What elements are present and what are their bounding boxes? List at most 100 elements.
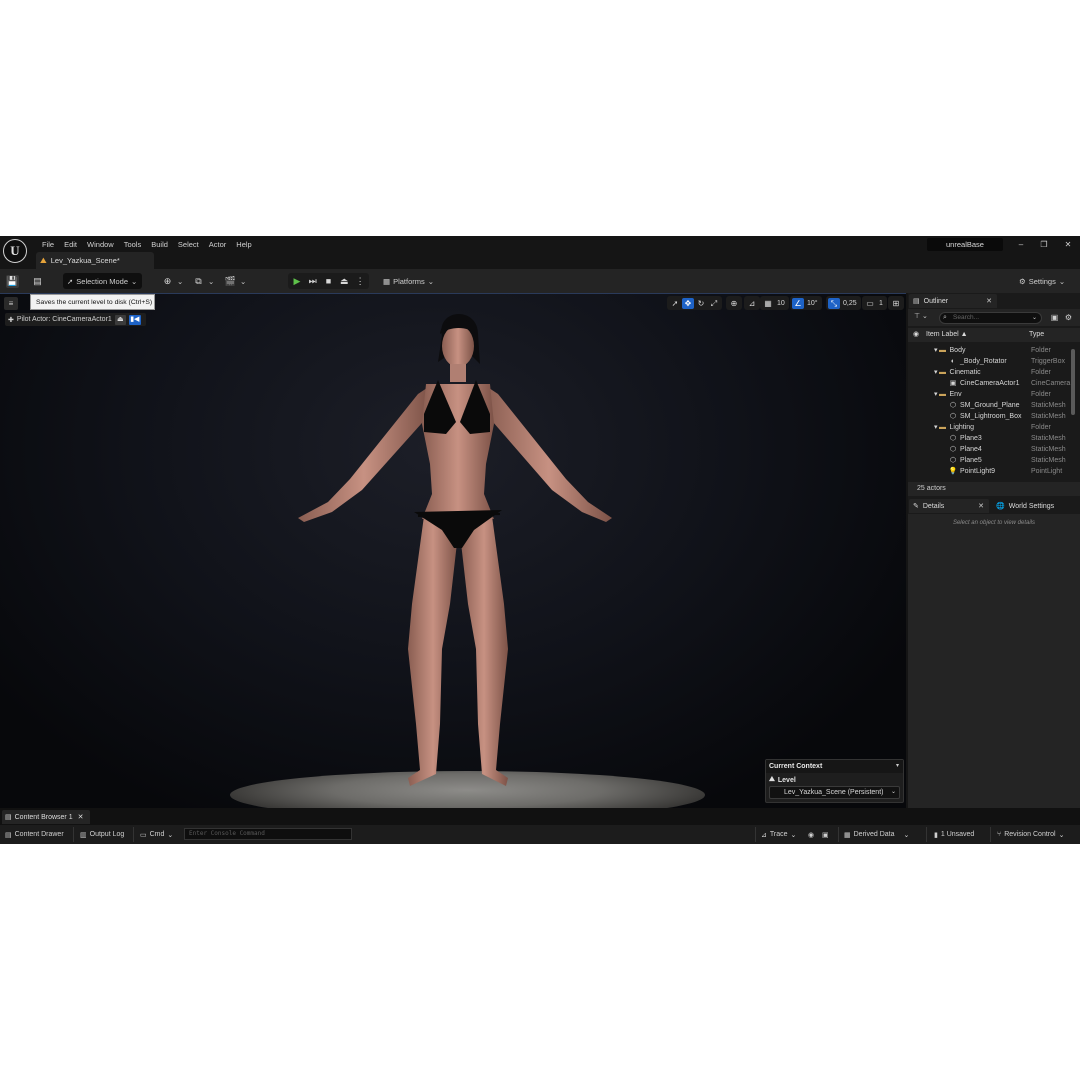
menu-window[interactable]: Window bbox=[82, 238, 119, 250]
list-item[interactable]: ◐ _Body_Rotator TriggerBox bbox=[908, 356, 1072, 367]
output-log-button[interactable]: ▥ Output Log bbox=[80, 828, 124, 841]
eject-icon[interactable]: ⏏ bbox=[337, 275, 351, 288]
level-viewport[interactable]: ≡ ✚ Pilot Actor: CineCameraActor1 ⏏ ▮◀ ➚… bbox=[0, 293, 906, 808]
collapse-arrow-icon[interactable]: ▾ bbox=[896, 760, 899, 773]
current-context-title: Current Context bbox=[766, 760, 903, 773]
list-item[interactable]: ▾ ▬ Body Folder bbox=[908, 345, 1072, 356]
list-item[interactable]: ⬡ SM_Lightroom_Box StaticMesh bbox=[908, 411, 1072, 422]
cmd-dropdown[interactable]: ▭ Cmd ⌄ bbox=[140, 828, 173, 841]
item-type: StaticMesh bbox=[1031, 457, 1066, 464]
menu-tools[interactable]: Tools bbox=[119, 238, 147, 250]
move-icon[interactable]: ✥ bbox=[682, 297, 694, 309]
content-browser-tab[interactable]: ▤ Content Browser 1 ✕ bbox=[2, 810, 90, 824]
step-icon[interactable]: ⏭ bbox=[306, 275, 320, 288]
trace-icon: ⊿ bbox=[761, 831, 767, 839]
menu-help[interactable]: Help bbox=[231, 238, 256, 250]
item-type: StaticMesh bbox=[1031, 402, 1066, 409]
record-button[interactable]: ◉ bbox=[808, 828, 814, 841]
menu-file[interactable]: File bbox=[37, 238, 59, 250]
grid-snap[interactable]: ▦ 10 bbox=[760, 296, 789, 310]
content-drawer-button[interactable]: ▤ Content Drawer bbox=[5, 828, 64, 841]
console-input[interactable]: Enter Console Command bbox=[184, 828, 352, 840]
gear-icon[interactable]: ⚙ bbox=[1063, 312, 1074, 323]
item-type: Folder bbox=[1031, 424, 1051, 431]
play-icon[interactable]: ▶ bbox=[290, 275, 304, 288]
derived-data-dropdown[interactable]: ▦ Derived Data ⌄ bbox=[844, 828, 909, 841]
character-model[interactable] bbox=[290, 304, 620, 804]
cinematics-button[interactable]: 🎬 ⌄ bbox=[224, 273, 246, 289]
surface-snap-icon[interactable]: ⊿ bbox=[746, 298, 758, 309]
list-item[interactable]: ▣ CineCameraActor1 CineCamera bbox=[908, 378, 1072, 389]
list-item[interactable]: ⬡ Plane5 StaticMesh bbox=[908, 455, 1072, 466]
menu-edit[interactable]: Edit bbox=[59, 238, 82, 250]
content-button[interactable]: ▤ bbox=[31, 273, 44, 289]
world-settings-tab[interactable]: 🌐 World Settings bbox=[992, 499, 1078, 513]
selection-mode-label: Selection Mode bbox=[76, 276, 128, 286]
blueprint-icon: ⧉ bbox=[195, 275, 202, 286]
close-icon[interactable]: ✕ bbox=[78, 813, 84, 821]
item-label: Plane3 bbox=[960, 435, 982, 442]
restore-icon[interactable]: ❐ bbox=[1035, 238, 1053, 252]
select-arrow-icon[interactable]: ➚ bbox=[669, 298, 681, 309]
close-icon[interactable]: ✕ bbox=[986, 297, 992, 305]
outliner-scrollbar[interactable] bbox=[1071, 349, 1075, 415]
scale-snap[interactable]: ⤡ 0,25 bbox=[826, 296, 861, 310]
stop-icon[interactable]: ■ bbox=[322, 275, 336, 288]
globe-icon[interactable]: ⊕ bbox=[728, 298, 740, 309]
selection-mode-dropdown[interactable]: ➚ Selection Mode ⌄ bbox=[63, 273, 142, 289]
blueprints-button[interactable]: ⧉ ⌄ bbox=[192, 273, 214, 289]
level-document-tab[interactable]: ⛰ Lev_Yazkua_Scene* bbox=[36, 252, 154, 269]
level-select[interactable]: Lev_Yazkua_Scene (Persistent) ⌄ bbox=[769, 786, 900, 799]
list-item[interactable]: ⬡ Plane4 StaticMesh bbox=[908, 444, 1072, 455]
trace-dropdown[interactable]: ⊿ Trace ⌄ bbox=[761, 828, 796, 841]
list-item[interactable]: 💡 PointLight9 PointLight bbox=[908, 466, 1072, 477]
list-item[interactable]: ⬡ SM_Ground_Plane StaticMesh bbox=[908, 400, 1072, 411]
outliner-search-input[interactable]: ⌕ Search... ⌄ bbox=[939, 312, 1042, 324]
close-icon[interactable]: ✕ bbox=[978, 502, 984, 510]
list-item[interactable]: ▾ ▬ Cinematic Folder bbox=[908, 367, 1072, 378]
log-icon: ▥ bbox=[80, 831, 87, 839]
hamburger-icon[interactable]: ≡ bbox=[4, 297, 18, 310]
camera-speed[interactable]: ▭ 1 bbox=[862, 296, 887, 310]
list-item[interactable]: ▾ ▬ Env Folder bbox=[908, 389, 1072, 400]
filter-icon[interactable]: ⊤ ⌄ bbox=[914, 312, 936, 323]
add-folder-icon[interactable]: ▣ bbox=[1049, 312, 1060, 323]
item-label: _Body_Rotator bbox=[960, 358, 1007, 365]
list-item[interactable]: ⬡ Plane3 StaticMesh bbox=[908, 433, 1072, 444]
unsaved-button[interactable]: ▮ 1 Unsaved bbox=[934, 828, 974, 841]
layout-icon: ⊞ bbox=[892, 298, 900, 308]
save-button[interactable]: 💾 bbox=[6, 273, 19, 289]
menu-build[interactable]: Build bbox=[146, 238, 173, 250]
pencil-icon: ✎ bbox=[913, 503, 919, 510]
grid-snap-value: 10 bbox=[777, 299, 785, 307]
settings-dropdown[interactable]: ⚙ Settings ⌄ bbox=[1019, 273, 1075, 289]
col-type[interactable]: Type bbox=[1029, 328, 1044, 342]
screenshot-button[interactable]: ▣ bbox=[822, 828, 829, 841]
platforms-label: Platforms bbox=[393, 276, 425, 286]
add-actor-button[interactable]: ⊕ ⌄ bbox=[161, 273, 184, 289]
close-icon[interactable]: ✕ bbox=[1059, 238, 1077, 252]
visibility-eye-icon[interactable]: ◉ bbox=[913, 328, 919, 342]
platforms-dropdown[interactable]: ▦ Platforms ⌄ bbox=[383, 273, 441, 289]
menu-select[interactable]: Select bbox=[173, 238, 204, 250]
folder-icon: ▬ bbox=[939, 424, 947, 431]
scale-icon[interactable]: ⤢ bbox=[708, 298, 720, 309]
chevron-down-icon: ⌄ bbox=[131, 276, 138, 286]
menu-bar: File Edit Window Tools Build Select Acto… bbox=[37, 238, 257, 250]
unreal-editor-window: U File Edit Window Tools Build Select Ac… bbox=[0, 236, 1080, 844]
unreal-logo-icon[interactable]: U bbox=[3, 239, 27, 263]
eject-pilot-icon[interactable]: ⏏ bbox=[114, 314, 126, 325]
camera-lock-icon[interactable]: ▮◀ bbox=[128, 314, 141, 325]
current-context-panel: Current Context ▾ ⛰ Level Lev_Yazkua_Sce… bbox=[765, 759, 904, 803]
more-options-icon[interactable]: ⋮ bbox=[353, 275, 367, 288]
rotation-snap[interactable]: ∠ 10° bbox=[790, 296, 822, 310]
details-tab[interactable]: ✎ Details ✕ bbox=[909, 499, 989, 513]
menu-actor[interactable]: Actor bbox=[204, 238, 232, 250]
list-item[interactable]: ▾ ▬ Lighting Folder bbox=[908, 422, 1072, 433]
viewport-layout[interactable]: ⊞ bbox=[888, 296, 904, 310]
col-item-label[interactable]: Item Label ▲ bbox=[926, 328, 968, 342]
minimize-icon[interactable]: – bbox=[1012, 238, 1030, 252]
revision-control-dropdown[interactable]: ⑂ Revision Control ⌄ bbox=[997, 828, 1064, 841]
rotate-icon[interactable]: ↻ bbox=[695, 298, 707, 309]
outliner-tab[interactable]: ▤ Outliner ✕ bbox=[909, 294, 997, 308]
